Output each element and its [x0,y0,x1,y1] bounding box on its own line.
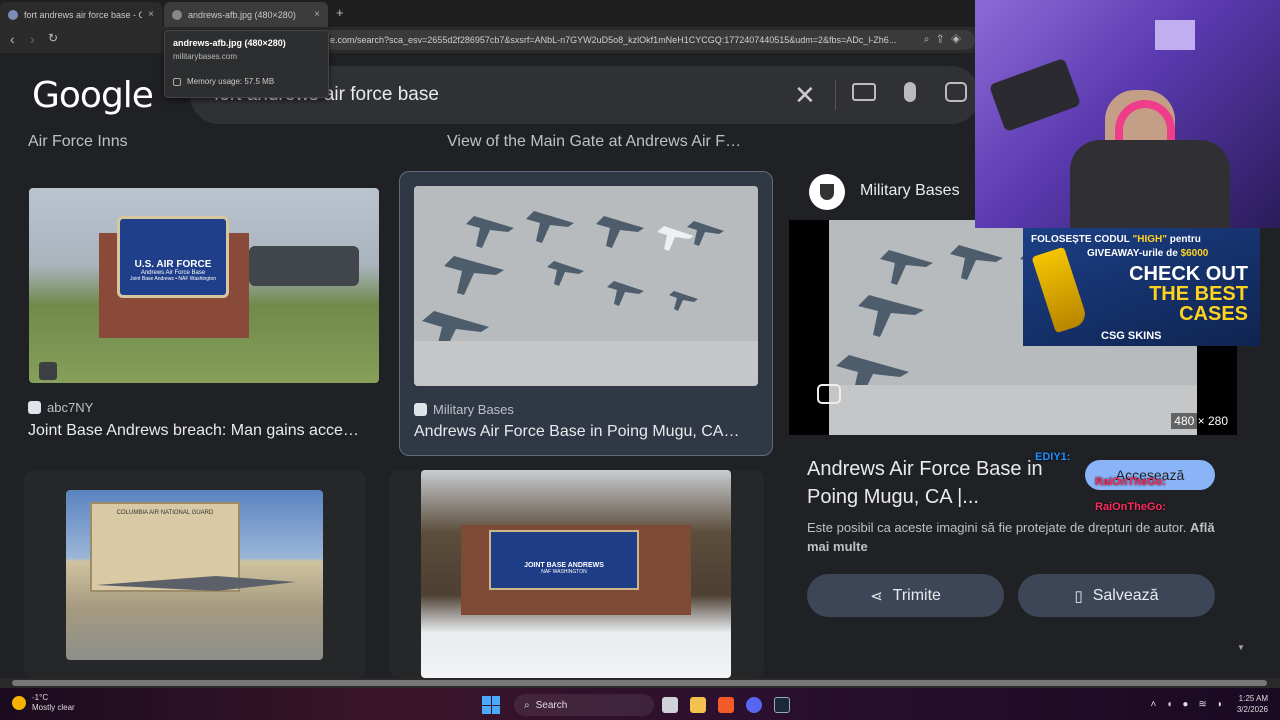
wifi-icon[interactable]: ≋ [1198,699,1206,710]
image-icon [39,362,57,380]
chat-message: EDIY1: [1035,451,1071,463]
close-tab-icon[interactable]: × [148,9,154,20]
tab-hover-card: andrews-afb.jpg (480×280) militarybases.… [164,30,329,98]
scroll-down-icon[interactable]: ▼ [1237,643,1245,652]
taskbar-apps: ⌕ Search [482,694,802,716]
hover-card-title: andrews-afb.jpg (480×280) [173,38,286,48]
webcam-overlay [975,0,1280,228]
system-tray: ˄ ◖ ● ≋ ◗ 1:25 AM 3/2/2026 [1140,693,1268,715]
microphone-arm [988,57,1082,133]
panel-title[interactable]: Andrews Air Force Base in Poing Mugu, CA… [807,455,1087,511]
streamer-body [1070,140,1230,228]
sponsor-brand: CSG SKINS [1101,330,1162,342]
weather-widget[interactable]: -1°C Mostly clear [12,693,75,713]
search-icon: ⌕ [524,699,530,711]
url-text: e.com/search?sca_esv=2655d2f286957cb7&sx… [330,35,897,45]
discord-icon[interactable] [746,697,762,713]
image-result[interactable]: COLUMBIA AIR NATIONAL GUARD [24,470,366,678]
google-header: Google fort andrews air force base ✕ [0,53,980,133]
google-logo[interactable]: Google [32,75,154,116]
steam-icon[interactable] [774,697,790,713]
microphone-icon[interactable] [904,82,916,102]
chat-message: RaiOnTheGo: [1095,501,1166,513]
chevron-up-icon[interactable]: ˄ [1150,699,1156,710]
back-icon[interactable]: ‹ [10,31,15,47]
result-caption[interactable]: Air Force Inns [28,133,128,151]
bookmark-icon: ▯ [1074,587,1083,605]
sponsor-banner: FOLOSEȘTE CODUL "HIGH" pentru GIVEAWAY-u… [1023,228,1260,346]
knife-graphic [1031,246,1089,334]
scrollbar-thumb[interactable] [12,680,1267,686]
tab-title: fort andrews air force base - Că [24,9,143,20]
result-source[interactable]: Military Bases [414,402,514,417]
result-thumbnail[interactable]: COLUMBIA AIR NATIONAL GUARD [66,490,323,660]
military-bases-favicon-icon [414,403,427,416]
result-caption[interactable]: Andrews Air Force Base in Poing Mugu, CA… [414,423,758,441]
image-result[interactable]: JOINT BASE ANDREWS NAF WASHINGTON [389,470,764,678]
address-bar-icons[interactable]: ⌕⇪◈ [924,34,969,45]
brave-browser-icon[interactable] [718,697,734,713]
memory-text: Memory usage: 57.5 MB [187,77,275,86]
camera-lens-icon[interactable] [945,82,967,102]
share-button[interactable]: ⋖ Trimite [807,574,1004,617]
result-thumbnail[interactable]: JOINT BASE ANDREWS NAF WASHINGTON [421,470,731,678]
image-result-selected[interactable]: Military Bases Andrews Air Force Base in… [399,171,773,456]
hover-card-memory: Memory usage: 57.5 MB [173,77,320,86]
memory-icon [173,77,181,86]
divider [835,80,836,110]
tab-title: andrews-afb.jpg (480×280) [188,9,296,20]
tab-image[interactable]: andrews-afb.jpg (480×280) × [164,2,328,27]
shield-logo-icon[interactable] [809,174,845,210]
result-caption[interactable]: View of the Main Gate at Andrews Air F… [447,133,767,151]
forward-icon[interactable]: › [30,31,35,47]
google-favicon-icon [8,9,18,20]
copyright-note: Este posibil ca aceste imagini să fie pr… [807,520,1215,554]
new-tab-button[interactable]: + [336,5,344,20]
microphone-icon[interactable]: ● [1182,699,1188,710]
screen: fort andrews air force base - Că × andre… [0,0,1280,720]
result-source[interactable]: abc7NY [28,400,93,415]
panel-source-name[interactable]: Military Bases [860,182,960,200]
lens-search-icon[interactable] [817,384,841,404]
sign: JOINT BASE ANDREWS NAF WASHINGTON [489,530,639,590]
windows-start-icon[interactable] [482,696,500,714]
result-caption[interactable]: Joint Base Andrews breach: Man gains acc… [28,422,380,440]
taskbar: -1°C Mostly clear ⌕ Search ˄ ◖ ● ≋ ◗ 1:2… [0,688,1280,720]
abc7-favicon-icon [28,401,41,414]
taskbar-search[interactable]: ⌕ Search [514,694,654,716]
aircraft-aerial-image [414,186,758,386]
save-button[interactable]: ▯ Salvează [1018,574,1215,617]
chat-message: RaiOnTheGo: [1095,476,1166,488]
share-icon: ⋖ [870,587,883,605]
truck [249,246,359,286]
image-result[interactable]: U.S. AIR FORCE Andrews Air Force Base Jo… [20,180,388,450]
globe-favicon-icon [172,9,182,20]
horizontal-scrollbar[interactable] [0,678,1280,688]
hover-card-domain: militarybases.com [173,52,238,61]
result-thumbnail[interactable] [414,186,758,386]
tab-search[interactable]: fort andrews air force base - Că × [0,2,162,27]
task-view-icon[interactable] [662,697,678,713]
reload-icon[interactable]: ↻ [48,31,58,45]
speaker-icon[interactable]: ◖ [1166,699,1172,710]
clock[interactable]: 1:25 AM 3/2/2026 [1237,693,1268,715]
sign: U.S. AIR FORCE Andrews Air Force Base Jo… [117,216,229,298]
volume-icon[interactable]: ◗ [1217,699,1223,710]
image-dimensions: 480 × 280 [1171,413,1231,429]
close-tab-icon[interactable]: × [314,9,320,20]
result-thumbnail[interactable]: U.S. AIR FORCE Andrews Air Force Base Jo… [29,188,379,383]
file-explorer-icon[interactable] [690,697,706,713]
weather-icon [12,696,26,710]
clear-icon[interactable]: ✕ [794,80,816,111]
keyboard-icon[interactable] [852,83,876,101]
